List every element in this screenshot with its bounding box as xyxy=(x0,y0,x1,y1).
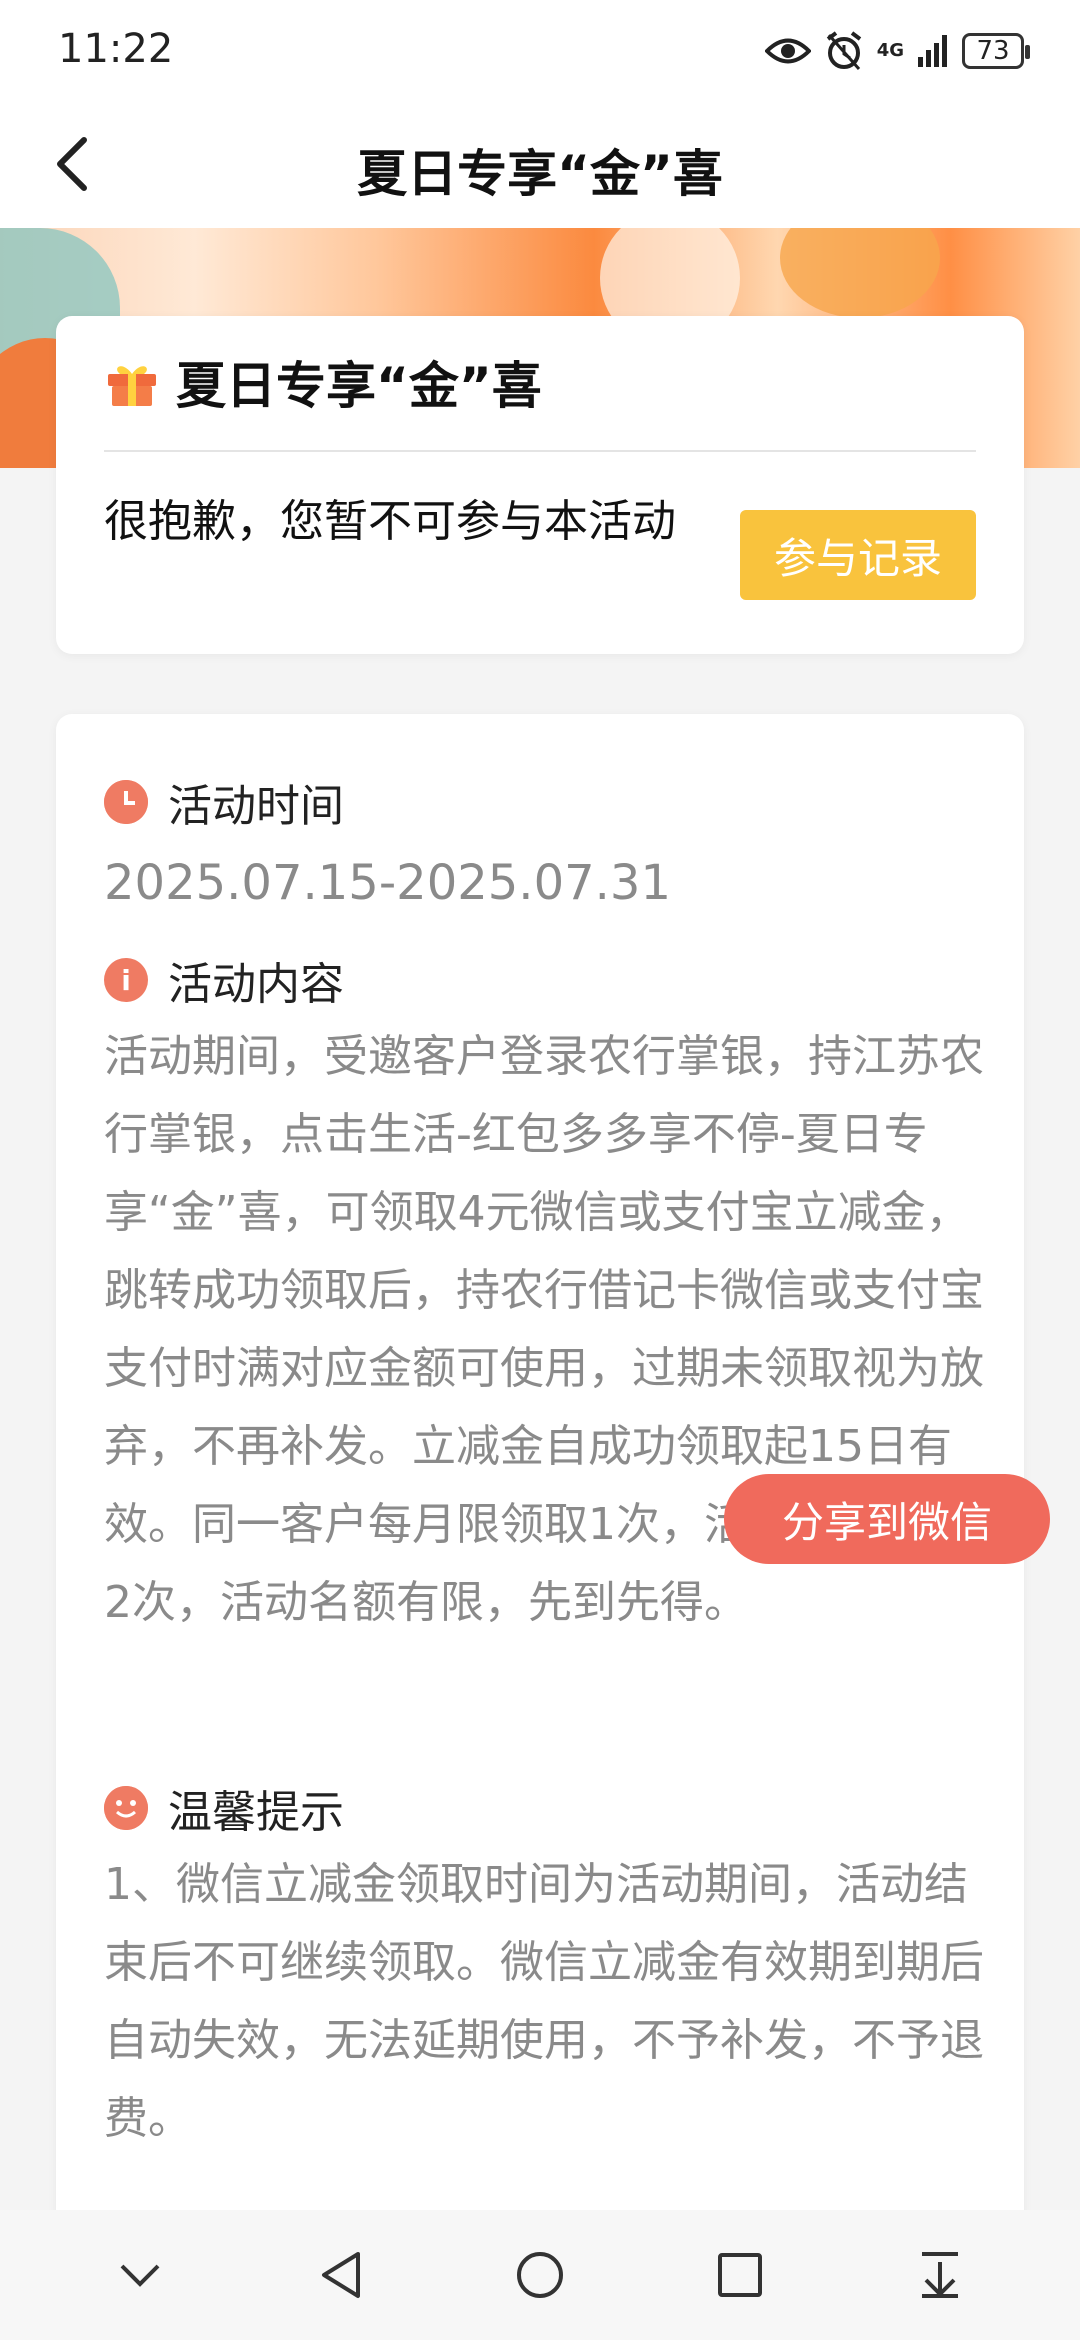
gift-icon xyxy=(108,366,156,406)
ineligible-notice: 很抱歉，您暂不可参与本活动 xyxy=(104,496,676,547)
participation-records-button[interactable]: 参与记录 xyxy=(740,510,976,600)
card-title-row: 夏日专享“金”喜 xyxy=(104,346,542,418)
pull-down-icon xyxy=(922,2252,958,2298)
divider xyxy=(104,450,976,452)
system-nav-bar xyxy=(0,2210,1080,2340)
alarm-icon xyxy=(826,31,861,70)
signal-icon xyxy=(918,35,947,67)
status-icons: 4G 73 xyxy=(764,28,1030,74)
activity-dates: 2025.07.15-2025.07.31 xyxy=(104,855,671,911)
nav-hide-button[interactable] xyxy=(95,2230,185,2320)
section-tips-label: 温馨提示 xyxy=(168,1787,344,1838)
square-recents-icon xyxy=(718,2253,762,2297)
battery-icon: 73 xyxy=(962,33,1030,69)
clock-icon xyxy=(104,780,148,824)
battery-level: 73 xyxy=(976,36,1010,66)
nav-home-button[interactable] xyxy=(495,2230,585,2320)
chevron-down-icon xyxy=(120,2264,160,2287)
share-to-wechat-button[interactable]: 分享到微信 xyxy=(724,1474,1050,1564)
title-bar: 夏日专享“金”喜 xyxy=(0,100,1080,228)
status-bar: 11:22 4G 73 xyxy=(0,0,1080,100)
section-time-label: 活动时间 xyxy=(168,781,344,832)
nav-notification-button[interactable] xyxy=(895,2230,985,2320)
page-title: 夏日专享“金”喜 xyxy=(357,145,723,203)
smile-icon xyxy=(104,1786,148,1830)
tips-text: 1、微信立减金领取时间为活动期间，活动结束后不可继续领取。微信立减金有效期到期后… xyxy=(104,1859,984,2144)
activity-header-card: 夏日专享“金”喜 很抱歉，您暂不可参与本活动 参与记录 xyxy=(56,316,1024,654)
section-time-heading: 活动时间 xyxy=(104,770,344,834)
card-title: 夏日专享“金”喜 xyxy=(176,357,542,415)
eye-icon xyxy=(764,38,811,64)
circle-home-icon xyxy=(517,2252,563,2298)
info-icon: i xyxy=(104,958,148,1002)
nav-back-button[interactable] xyxy=(295,2230,385,2320)
section-tips-heading: 温馨提示 xyxy=(104,1776,344,1840)
nav-recents-button[interactable] xyxy=(695,2230,785,2320)
section-content-heading: i 活动内容 xyxy=(104,948,344,1012)
network-type: 4G xyxy=(876,40,904,61)
triangle-back-icon xyxy=(322,2252,360,2298)
status-time: 11:22 xyxy=(58,26,174,72)
section-content-label: 活动内容 xyxy=(168,959,344,1010)
